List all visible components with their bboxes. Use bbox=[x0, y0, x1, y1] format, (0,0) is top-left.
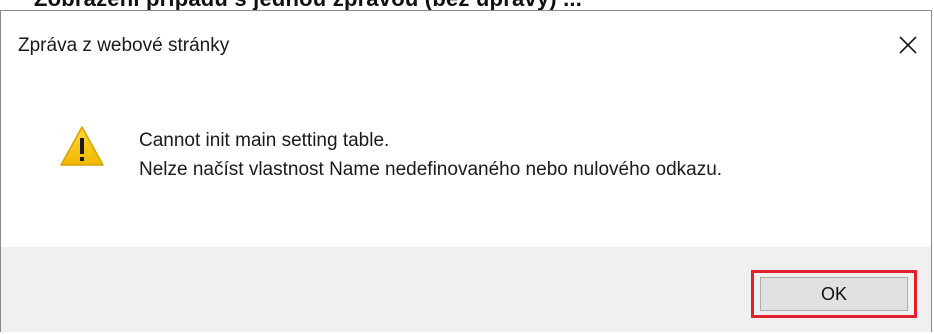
dialog-titlebar: Zpráva z webové stránky bbox=[1, 11, 931, 81]
close-button[interactable] bbox=[885, 25, 931, 65]
message-dialog: Zpráva z webové stránky Cannot init main… bbox=[0, 10, 932, 332]
message-line-2: Nelze načíst vlastnost Name nedefinované… bbox=[139, 159, 723, 180]
ok-button[interactable]: OK bbox=[760, 277, 908, 311]
background-page-text: Zobrazení případu s jednou zprávou (bez … bbox=[34, 0, 582, 10]
message-line-1: Cannot init main setting table. bbox=[139, 130, 390, 151]
dialog-footer: OK bbox=[1, 247, 931, 332]
close-icon bbox=[899, 36, 917, 54]
warning-icon bbox=[60, 126, 104, 166]
dialog-message: Cannot init main setting table. Nelze na… bbox=[139, 126, 722, 184]
dialog-content: Cannot init main setting table. Nelze na… bbox=[1, 81, 931, 247]
dialog-title: Zpráva z webové stránky bbox=[18, 35, 230, 56]
background-page: Zobrazení případu s jednou zprávou (bez … bbox=[0, 0, 934, 10]
ok-button-highlight: OK bbox=[751, 270, 917, 318]
